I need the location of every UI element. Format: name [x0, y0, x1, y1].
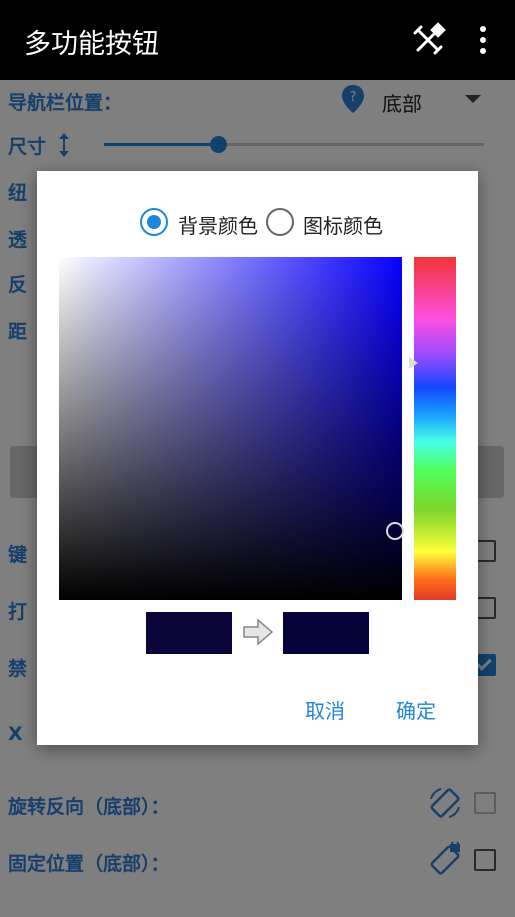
hue-marker[interactable]: [409, 357, 418, 370]
ok-button[interactable]: 确定: [396, 695, 436, 724]
cancel-button[interactable]: 取消: [305, 695, 345, 724]
arrow-right-icon: [243, 618, 274, 646]
saturation-value-square[interactable]: [59, 257, 402, 600]
more-vert-icon[interactable]: [472, 24, 494, 56]
app-title: 多功能按钮: [24, 29, 159, 60]
hue-strip[interactable]: [414, 257, 456, 600]
background-color-radio[interactable]: [140, 208, 168, 236]
old-color-swatch: [146, 612, 232, 654]
icon-color-radio[interactable]: [266, 208, 294, 236]
app-bar: 多功能按钮: [0, 0, 515, 80]
tools-icon[interactable]: [410, 22, 446, 58]
icon-color-label[interactable]: 图标颜色: [303, 210, 383, 239]
background-color-label[interactable]: 背景颜色: [178, 210, 258, 239]
new-color-swatch: [283, 612, 369, 654]
color-picker-dialog: 背景颜色 图标颜色 取消 确定: [37, 171, 478, 745]
